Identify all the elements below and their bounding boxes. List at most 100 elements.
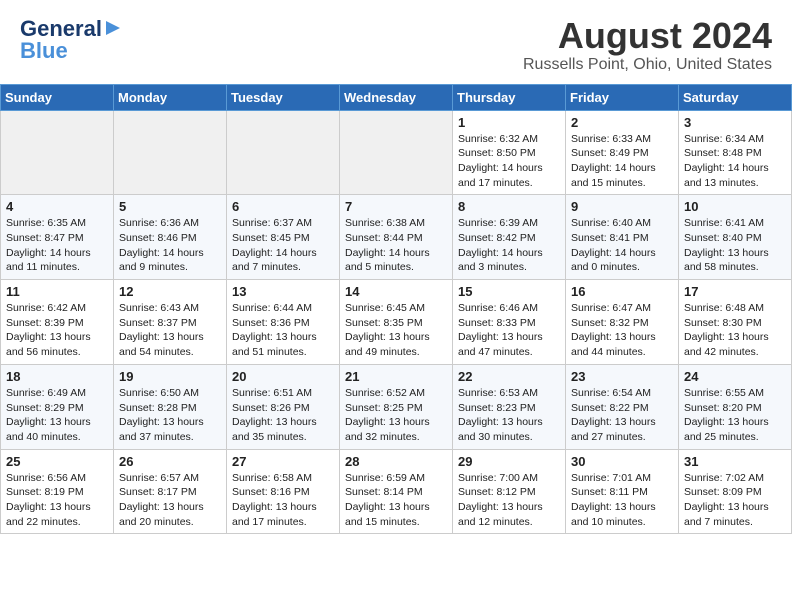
day-number: 5 (119, 199, 221, 214)
day-number: 18 (6, 369, 108, 384)
calendar-week-row: 11 Sunrise: 6:42 AM Sunset: 8:39 PM Dayli… (1, 280, 792, 365)
day-number: 24 (684, 369, 786, 384)
day-number: 13 (232, 284, 334, 299)
table-row: 14 Sunrise: 6:45 AM Sunset: 8:35 PM Dayli… (340, 280, 453, 365)
calendar-week-row: 4 Sunrise: 6:35 AM Sunset: 8:47 PM Daylig… (1, 195, 792, 280)
day-number: 3 (684, 115, 786, 130)
day-info: Sunrise: 6:40 AM Sunset: 8:41 PM Dayligh… (571, 216, 673, 275)
day-number: 11 (6, 284, 108, 299)
day-number: 10 (684, 199, 786, 214)
day-number: 19 (119, 369, 221, 384)
logo-arrow-icon (104, 19, 122, 37)
table-row: 19 Sunrise: 6:50 AM Sunset: 8:28 PM Dayli… (114, 364, 227, 449)
day-info: Sunrise: 6:46 AM Sunset: 8:33 PM Dayligh… (458, 301, 560, 360)
day-info: Sunrise: 6:39 AM Sunset: 8:42 PM Dayligh… (458, 216, 560, 275)
day-info: Sunrise: 6:42 AM Sunset: 8:39 PM Dayligh… (6, 301, 108, 360)
day-info: Sunrise: 6:52 AM Sunset: 8:25 PM Dayligh… (345, 386, 447, 445)
day-info: Sunrise: 7:02 AM Sunset: 8:09 PM Dayligh… (684, 471, 786, 530)
day-info: Sunrise: 6:37 AM Sunset: 8:45 PM Dayligh… (232, 216, 334, 275)
day-number: 29 (458, 454, 560, 469)
table-row: 21 Sunrise: 6:52 AM Sunset: 8:25 PM Dayli… (340, 364, 453, 449)
day-number: 30 (571, 454, 673, 469)
table-row: 11 Sunrise: 6:42 AM Sunset: 8:39 PM Dayli… (1, 280, 114, 365)
page-header: General Blue August 2024 Russells Point,… (0, 0, 792, 78)
table-row: 29Sunrise: 7:00 AM Sunset: 8:12 PM Dayli… (453, 449, 566, 534)
day-info: Sunrise: 6:48 AM Sunset: 8:30 PM Dayligh… (684, 301, 786, 360)
day-number: 27 (232, 454, 334, 469)
day-number: 14 (345, 284, 447, 299)
table-row (1, 110, 114, 195)
col-tuesday: Tuesday (227, 84, 340, 110)
table-row (114, 110, 227, 195)
table-row: 24 Sunrise: 6:55 AM Sunset: 8:20 PM Dayli… (679, 364, 792, 449)
day-info: Sunrise: 6:51 AM Sunset: 8:26 PM Dayligh… (232, 386, 334, 445)
day-info: Sunrise: 6:47 AM Sunset: 8:32 PM Dayligh… (571, 301, 673, 360)
table-row: 30 Sunrise: 7:01 AM Sunset: 8:11 PM Dayli… (566, 449, 679, 534)
day-number: 16 (571, 284, 673, 299)
day-info: Sunrise: 6:36 AM Sunset: 8:46 PM Dayligh… (119, 216, 221, 275)
table-row: 9 Sunrise: 6:40 AM Sunset: 8:41 PM Daylig… (566, 195, 679, 280)
day-number: 20 (232, 369, 334, 384)
day-info: Sunrise: 6:35 AM Sunset: 8:47 PM Dayligh… (6, 216, 108, 275)
day-number: 31 (684, 454, 786, 469)
calendar-week-row: 1Sunrise: 6:32 AM Sunset: 8:50 PM Daylig… (1, 110, 792, 195)
day-info: Sunrise: 6:34 AM Sunset: 8:48 PM Dayligh… (684, 132, 786, 191)
col-friday: Friday (566, 84, 679, 110)
day-info: Sunrise: 6:55 AM Sunset: 8:20 PM Dayligh… (684, 386, 786, 445)
day-info: Sunrise: 6:41 AM Sunset: 8:40 PM Dayligh… (684, 216, 786, 275)
col-saturday: Saturday (679, 84, 792, 110)
day-info: Sunrise: 6:54 AM Sunset: 8:22 PM Dayligh… (571, 386, 673, 445)
table-row: 10 Sunrise: 6:41 AM Sunset: 8:40 PM Dayli… (679, 195, 792, 280)
calendar-table: Sunday Monday Tuesday Wednesday Thursday… (0, 84, 792, 535)
table-row (227, 110, 340, 195)
day-info: Sunrise: 6:58 AM Sunset: 8:16 PM Dayligh… (232, 471, 334, 530)
day-number: 1 (458, 115, 560, 130)
day-info: Sunrise: 6:50 AM Sunset: 8:28 PM Dayligh… (119, 386, 221, 445)
day-number: 7 (345, 199, 447, 214)
day-info: Sunrise: 6:57 AM Sunset: 8:17 PM Dayligh… (119, 471, 221, 530)
day-info: Sunrise: 6:44 AM Sunset: 8:36 PM Dayligh… (232, 301, 334, 360)
day-number: 12 (119, 284, 221, 299)
day-number: 21 (345, 369, 447, 384)
table-row: 26 Sunrise: 6:57 AM Sunset: 8:17 PM Dayli… (114, 449, 227, 534)
day-info: Sunrise: 6:43 AM Sunset: 8:37 PM Dayligh… (119, 301, 221, 360)
day-number: 9 (571, 199, 673, 214)
col-wednesday: Wednesday (340, 84, 453, 110)
calendar-header-row: Sunday Monday Tuesday Wednesday Thursday… (1, 84, 792, 110)
day-number: 8 (458, 199, 560, 214)
calendar-title: August 2024 (523, 16, 772, 56)
table-row: 6Sunrise: 6:37 AM Sunset: 8:45 PM Daylig… (227, 195, 340, 280)
col-monday: Monday (114, 84, 227, 110)
col-sunday: Sunday (1, 84, 114, 110)
day-info: Sunrise: 7:01 AM Sunset: 8:11 PM Dayligh… (571, 471, 673, 530)
day-info: Sunrise: 6:45 AM Sunset: 8:35 PM Dayligh… (345, 301, 447, 360)
table-row: 18Sunrise: 6:49 AM Sunset: 8:29 PM Dayli… (1, 364, 114, 449)
table-row: 22Sunrise: 6:53 AM Sunset: 8:23 PM Dayli… (453, 364, 566, 449)
table-row: 7Sunrise: 6:38 AM Sunset: 8:44 PM Daylig… (340, 195, 453, 280)
day-number: 23 (571, 369, 673, 384)
day-number: 4 (6, 199, 108, 214)
day-info: Sunrise: 6:33 AM Sunset: 8:49 PM Dayligh… (571, 132, 673, 191)
table-row: 1Sunrise: 6:32 AM Sunset: 8:50 PM Daylig… (453, 110, 566, 195)
table-row: 3 Sunrise: 6:34 AM Sunset: 8:48 PM Daylig… (679, 110, 792, 195)
day-number: 28 (345, 454, 447, 469)
table-row: 12 Sunrise: 6:43 AM Sunset: 8:37 PM Dayli… (114, 280, 227, 365)
day-number: 25 (6, 454, 108, 469)
table-row: 25Sunrise: 6:56 AM Sunset: 8:19 PM Dayli… (1, 449, 114, 534)
calendar-week-row: 18Sunrise: 6:49 AM Sunset: 8:29 PM Dayli… (1, 364, 792, 449)
table-row: 13 Sunrise: 6:44 AM Sunset: 8:36 PM Dayli… (227, 280, 340, 365)
day-number: 17 (684, 284, 786, 299)
table-row: 15 Sunrise: 6:46 AM Sunset: 8:33 PM Dayli… (453, 280, 566, 365)
table-row: 28Sunrise: 6:59 AM Sunset: 8:14 PM Dayli… (340, 449, 453, 534)
table-row: 5 Sunrise: 6:36 AM Sunset: 8:46 PM Daylig… (114, 195, 227, 280)
table-row: 20 Sunrise: 6:51 AM Sunset: 8:26 PM Dayli… (227, 364, 340, 449)
day-number: 15 (458, 284, 560, 299)
calendar-week-row: 25Sunrise: 6:56 AM Sunset: 8:19 PM Dayli… (1, 449, 792, 534)
day-number: 22 (458, 369, 560, 384)
calendar-subtitle: Russells Point, Ohio, United States (523, 56, 772, 74)
day-number: 26 (119, 454, 221, 469)
table-row: 17 Sunrise: 6:48 AM Sunset: 8:30 PM Dayli… (679, 280, 792, 365)
day-number: 2 (571, 115, 673, 130)
table-row: 23 Sunrise: 6:54 AM Sunset: 8:22 PM Dayli… (566, 364, 679, 449)
col-thursday: Thursday (453, 84, 566, 110)
